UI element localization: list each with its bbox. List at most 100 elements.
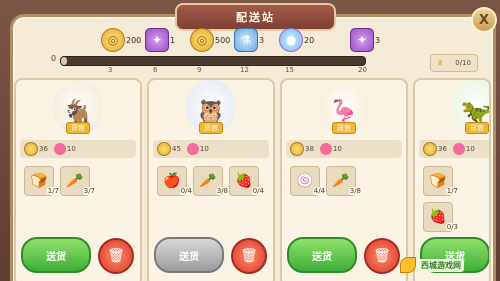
- trash-button[interactable]: 🗑: [231, 238, 267, 274]
- watermark: 西城游戏网: [400, 254, 496, 276]
- progress-tick: 9: [197, 66, 202, 74]
- strawberry-icon: 🍓: [235, 173, 253, 189]
- coin-reward: 36: [423, 142, 447, 156]
- final-reward-count: 0/10: [455, 59, 471, 67]
- coin-amount: 45: [172, 145, 181, 153]
- progress-fill: [61, 57, 68, 65]
- bread-icon: 🍞: [30, 173, 48, 189]
- item-slot[interactable]: 🥕 3/8: [193, 166, 229, 196]
- coin-reward: 36: [24, 142, 48, 156]
- item-slot[interactable]: 🥕 3/8: [326, 166, 362, 196]
- ship-button[interactable]: 送货: [154, 237, 224, 273]
- coin-icon: ◎: [101, 28, 125, 52]
- heart-amount: 10: [66, 145, 76, 153]
- milestone-count: 200: [126, 35, 142, 45]
- item-slot[interactable]: 🥕 3/7: [60, 166, 96, 196]
- milestone-reward[interactable]: ✦ 3: [350, 28, 380, 52]
- cake-roll-icon: 🍥: [296, 173, 314, 189]
- item-quantity: 0/4: [179, 187, 193, 195]
- coin-icon: [24, 142, 38, 156]
- trash-button[interactable]: 🗑: [98, 238, 134, 274]
- coin-amount: 36: [438, 145, 447, 153]
- carrot-icon: 🥕: [66, 173, 84, 189]
- item-slot[interactable]: 🍓 0/3: [423, 202, 459, 232]
- item-quantity: 1/7: [46, 187, 60, 195]
- item-slot[interactable]: 🍥 4/4: [290, 166, 326, 196]
- coin-amount: 38: [305, 145, 314, 153]
- coin-reward: 45: [157, 142, 181, 156]
- final-reward-box[interactable]: ♛ 0/10: [430, 54, 478, 72]
- progress-tick: 6: [153, 66, 158, 74]
- item-quantity: 3/8: [215, 187, 229, 195]
- reward-stats: 36 10: [20, 140, 136, 158]
- coin-icon: ◎: [190, 28, 214, 52]
- reward-stats: 38 10: [286, 140, 402, 158]
- item-quantity: 4/4: [312, 187, 326, 195]
- coin-icon: [157, 142, 171, 156]
- heart-icon: [53, 143, 66, 155]
- progress-track: [60, 56, 366, 66]
- coin-reward: 38: [290, 142, 314, 156]
- milestone-reward[interactable]: ✦ 1: [145, 28, 175, 52]
- required-items: 🍥 4/4 🥕 3/8: [290, 166, 400, 196]
- milestone-count: 20: [304, 35, 315, 45]
- customer-title: 货官: [332, 122, 356, 134]
- bottle-icon: ⚗: [234, 28, 258, 52]
- milestone-reward[interactable]: ⚗ 3: [234, 28, 264, 52]
- strawberry-icon: 🍓: [429, 209, 447, 225]
- customer-title: 货官: [465, 122, 489, 134]
- order-card: 🐐 货官 36 10 🍞 1/7 🥕 3/7 送货 🗑: [14, 78, 142, 281]
- item-slot[interactable]: 🍞 1/7: [24, 166, 60, 196]
- heart-reward: 10: [452, 143, 475, 155]
- order-card: 🦖 货官 36 10 🍞 1/7 🍓 0/3 送货: [413, 78, 491, 281]
- apple-icon: 🍎: [163, 173, 181, 189]
- heart-amount: 10: [465, 145, 475, 153]
- crown-icon: ♛: [436, 59, 444, 67]
- item-slot[interactable]: 🍓 0/4: [229, 166, 265, 196]
- required-items: 🍞 1/7 🍓 0/3: [423, 166, 489, 232]
- heart-icon: [186, 143, 199, 155]
- customer-title: 货官: [199, 122, 223, 134]
- customer-title: 货官: [66, 122, 90, 134]
- trash-button[interactable]: 🗑: [364, 238, 400, 274]
- milestone-count: 500: [215, 35, 231, 45]
- milestone-reward[interactable]: ● 20: [279, 28, 314, 52]
- trash-icon: 🗑: [240, 248, 258, 264]
- progress-tick: 3: [108, 66, 113, 74]
- coin-icon: [423, 142, 437, 156]
- ship-button[interactable]: 送货: [21, 237, 91, 273]
- item-quantity: 0/3: [445, 223, 459, 231]
- progress-tick: 20: [358, 66, 367, 74]
- item-slot[interactable]: 🍞 1/7: [423, 166, 459, 196]
- reward-stats: 36 10: [419, 140, 489, 158]
- milestone-reward[interactable]: ◎ 500: [190, 28, 230, 52]
- carrot-icon: 🥕: [199, 173, 217, 189]
- page-title: 配送站: [236, 11, 275, 24]
- watermark-text: 西城游戏网: [418, 258, 464, 272]
- milestone-count: 1: [170, 35, 176, 45]
- heart-amount: 10: [332, 145, 342, 153]
- bread-icon: 🍞: [429, 173, 447, 189]
- customer-portrait: 🦉 货官: [149, 80, 273, 138]
- milestone-reward[interactable]: ◎ 200: [101, 28, 141, 52]
- heart-icon: [452, 143, 465, 155]
- item-quantity: 0/4: [251, 187, 265, 195]
- owl-avatar: 🦉 货官: [186, 80, 236, 134]
- order-card: 🦉 货官 45 10 🍎 0/4 🥕 3/8 🍓 0/4 送货 🗑: [147, 78, 275, 281]
- heart-reward: 10: [53, 143, 76, 155]
- customer-portrait: 🦩 货官: [282, 80, 406, 138]
- close-button[interactable]: X: [471, 7, 497, 33]
- coin-amount: 36: [39, 145, 48, 153]
- customer-portrait: 🐐 货官: [16, 80, 140, 138]
- progress-tick: 12: [240, 66, 249, 74]
- item-slot[interactable]: 🍎 0/4: [157, 166, 193, 196]
- ship-button[interactable]: 送货: [287, 237, 357, 273]
- heart-amount: 10: [199, 145, 209, 153]
- customer-portrait: 🦖 货官: [415, 80, 489, 138]
- dinosaur-avatar: 🦖 货官: [452, 80, 489, 134]
- required-items: 🍞 1/7 🥕 3/7: [24, 166, 134, 196]
- heart-reward: 10: [186, 143, 209, 155]
- milestone-count: 3: [259, 35, 265, 45]
- progress-tick: 15: [285, 66, 294, 74]
- heart-reward: 10: [319, 143, 342, 155]
